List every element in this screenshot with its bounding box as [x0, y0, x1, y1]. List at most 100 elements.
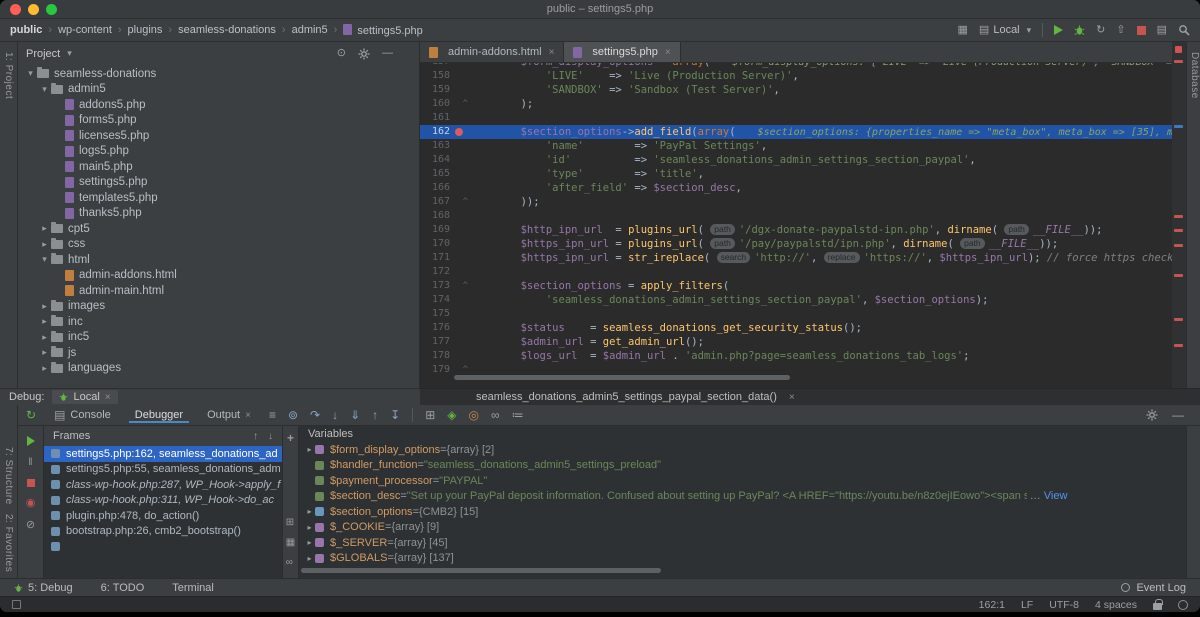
gutter-slot[interactable]	[450, 335, 470, 349]
breadcrumb-item-plugins[interactable]: plugins	[128, 24, 163, 36]
view-options-icon[interactable]: ≡	[269, 409, 276, 421]
chevron-right-icon[interactable]: ▸	[304, 554, 315, 563]
toolstrip-terminal-button[interactable]: Terminal	[172, 582, 214, 594]
line-number[interactable]: 160	[420, 97, 450, 111]
pause-program-icon[interactable]: ‖	[28, 457, 32, 468]
close-icon[interactable]: ×	[789, 392, 795, 403]
show-globals-icon[interactable]: ▦	[286, 537, 295, 548]
next-frame-icon[interactable]: ↓	[268, 431, 273, 442]
tree-item-inc[interactable]: ▸inc	[18, 314, 419, 330]
chevron-right-icon[interactable]: ▸	[38, 316, 51, 327]
line-number[interactable]: 170	[420, 237, 450, 251]
tree-item-inc5[interactable]: ▸inc5	[18, 330, 419, 346]
file-encoding[interactable]: UTF-8	[1049, 599, 1079, 611]
toolstrip-todo-button[interactable]: 6: TODO	[101, 582, 145, 594]
watch-return-values-icon[interactable]: ∞	[286, 557, 295, 568]
tab-debugger[interactable]: Debugger	[129, 407, 189, 423]
error-stripe-mark[interactable]	[1174, 125, 1183, 128]
watch-icon[interactable]: ∞	[491, 409, 500, 421]
chevron-right-icon[interactable]: ▸	[38, 301, 51, 312]
variable-row[interactable]: ▸$GLOBALS = {array} [137]	[299, 551, 1186, 567]
gutter-slot[interactable]	[450, 293, 470, 307]
line-number[interactable]: 161	[420, 111, 450, 125]
close-icon[interactable]: ×	[549, 47, 555, 58]
gutter-slot[interactable]	[450, 181, 470, 195]
view-value-link[interactable]: View	[1044, 490, 1068, 502]
chevron-right-icon[interactable]: ▸	[38, 223, 51, 234]
line-number[interactable]: 176	[420, 321, 450, 335]
variables-horizontal-scrollbar[interactable]	[301, 568, 661, 573]
zoom-window-button[interactable]	[46, 4, 57, 15]
stop-button[interactable]	[1137, 26, 1146, 35]
add-watch-icon[interactable]: +	[287, 431, 294, 445]
line-separator[interactable]: LF	[1021, 599, 1033, 611]
line-number[interactable]: 169	[420, 223, 450, 237]
search-icon[interactable]	[1178, 24, 1190, 36]
lock-icon[interactable]	[1153, 603, 1162, 610]
gear-icon[interactable]	[1146, 409, 1158, 421]
variable-row[interactable]: $payment_processor = "PAYPAL"	[299, 473, 1186, 489]
upload-icon[interactable]: ⇧	[1116, 25, 1125, 36]
tree-item-html[interactable]: ▾html	[18, 252, 419, 268]
gutter-slot[interactable]	[450, 209, 470, 223]
line-number[interactable]: 166	[420, 181, 450, 195]
gutter-slot[interactable]	[450, 69, 470, 83]
show-execution-point-icon[interactable]: ⊚	[288, 409, 298, 421]
error-stripe-mark[interactable]	[1174, 229, 1183, 232]
error-stripe-mark[interactable]	[1174, 244, 1183, 247]
line-number[interactable]: 179	[420, 363, 450, 377]
breadcrumb-item-seamless-donations[interactable]: seamless-donations	[178, 24, 276, 36]
close-window-button[interactable]	[10, 4, 21, 15]
tab-output[interactable]: Output ×	[201, 407, 257, 423]
tree-item-css[interactable]: ▸css	[18, 237, 419, 253]
project-panel-title[interactable]: Project	[26, 48, 60, 60]
close-icon[interactable]: ×	[105, 392, 111, 403]
toolstrip-database-button[interactable]: Database	[1189, 52, 1200, 99]
locate-icon[interactable]: ⊙	[337, 48, 346, 59]
gutter-slot[interactable]	[450, 167, 470, 181]
view-breakpoints-icon[interactable]: ◉	[26, 498, 36, 509]
gutter-slot[interactable]	[450, 307, 470, 321]
evaluate-icon[interactable]: ⊞	[286, 517, 295, 528]
line-number[interactable]: 159	[420, 83, 450, 97]
line-number[interactable]: 177	[420, 335, 450, 349]
breadcrumb-item-settings5.php[interactable]: settings5.php	[343, 24, 422, 37]
stop-icon[interactable]	[27, 479, 35, 487]
line-number[interactable]: 162	[420, 125, 450, 139]
close-icon[interactable]: ×	[245, 410, 251, 421]
variable-row[interactable]: ▸$section_options = {CMB2} [15]	[299, 504, 1186, 520]
step-over-icon[interactable]: ↷	[310, 409, 320, 421]
line-number[interactable]: 165	[420, 167, 450, 181]
gutter-slot[interactable]: ^	[450, 279, 470, 293]
tree-item-addons5.php[interactable]: addons5.php	[18, 97, 419, 113]
resume-program-icon[interactable]	[27, 436, 35, 446]
highlighting-level-icon[interactable]	[1178, 600, 1188, 610]
step-out-icon[interactable]: ↑	[372, 409, 378, 421]
gutter-slot[interactable]	[450, 321, 470, 335]
gutter-slot[interactable]	[450, 111, 470, 125]
tree-item-cpt5[interactable]: ▸cpt5	[18, 221, 419, 237]
variable-row[interactable]: ▸$form_display_options = {array} [2]	[299, 442, 1186, 458]
toolstrip-debug-button[interactable]: 5: Debug	[14, 582, 73, 594]
frame-row-partial[interactable]	[44, 539, 282, 555]
chevron-right-icon[interactable]: ▸	[304, 523, 315, 532]
editor-horizontal-scrollbar[interactable]	[454, 375, 790, 380]
hide-panel-icon[interactable]: —	[382, 48, 393, 59]
editor-tab-settings5.php[interactable]: settings5.php×	[564, 42, 680, 62]
timer-icon[interactable]: ◎	[469, 409, 479, 421]
variable-row[interactable]: ▸$_COOKIE = {array} [9]	[299, 520, 1186, 536]
close-icon[interactable]: ×	[665, 47, 671, 58]
gutter-slot[interactable]	[450, 139, 470, 153]
chevron-right-icon[interactable]: ▸	[38, 239, 51, 250]
line-number[interactable]: 172	[420, 265, 450, 279]
fold-marker-icon[interactable]: ^	[463, 280, 468, 292]
tree-item-logs5.php[interactable]: logs5.php	[18, 144, 419, 160]
gear-icon[interactable]	[358, 48, 370, 60]
tree-item-js[interactable]: ▸js	[18, 345, 419, 361]
gutter-slot[interactable]	[450, 251, 470, 265]
gutter-slot[interactable]	[450, 153, 470, 167]
toolstrip-favorites-button[interactable]: 2: Favorites	[3, 514, 14, 572]
error-stripe-mark[interactable]	[1174, 344, 1183, 347]
line-number[interactable]: 173	[420, 279, 450, 293]
chevron-down-icon[interactable]: ▾	[67, 48, 72, 59]
